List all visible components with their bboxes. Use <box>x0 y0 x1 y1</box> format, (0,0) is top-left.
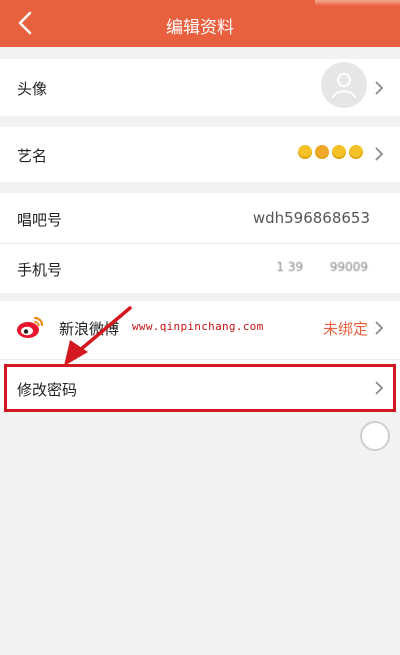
floating-circle-button[interactable] <box>360 421 390 451</box>
annotation-arrow-icon <box>64 306 132 366</box>
